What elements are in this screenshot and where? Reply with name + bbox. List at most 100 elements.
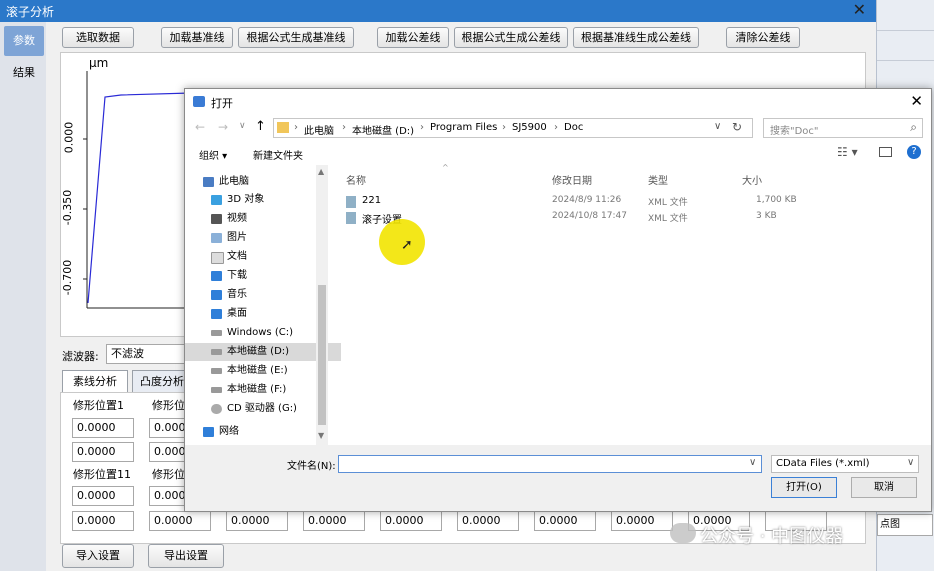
scroll-up-icon[interactable]: ▲ bbox=[318, 167, 324, 176]
tree-item-music[interactable]: 音乐 bbox=[211, 286, 247, 304]
organize-menu[interactable]: 组织 ▾ bbox=[199, 147, 227, 162]
plot-unit: μm bbox=[89, 56, 109, 70]
file-row[interactable]: 221 2024/8/9 11:26 XML 文件 1,700 KB bbox=[346, 194, 806, 210]
scroll-down-icon[interactable]: ▼ bbox=[318, 431, 324, 440]
folder-icon bbox=[277, 122, 289, 133]
desktop-icon bbox=[211, 309, 222, 319]
y-tick-1: -0.350 bbox=[61, 189, 75, 226]
scroll-thumb[interactable] bbox=[318, 285, 326, 425]
filter-select[interactable]: 不滤波 bbox=[106, 344, 186, 364]
background-button[interactable]: 点图 bbox=[877, 514, 933, 536]
xml-file-icon bbox=[346, 196, 356, 208]
generate-baseline-button[interactable]: 根据公式生成基准线 bbox=[238, 27, 354, 48]
input-field[interactable]: 0.0000 bbox=[72, 486, 134, 506]
column-name[interactable]: 名称 bbox=[346, 172, 366, 187]
video-icon bbox=[211, 214, 222, 224]
breadcrumb-doc[interactable]: Doc bbox=[564, 122, 583, 133]
address-dropdown-icon[interactable]: ∨ bbox=[714, 121, 721, 132]
export-settings-button[interactable]: 导出设置 bbox=[148, 544, 224, 568]
bottom-input[interactable]: 0.0000 bbox=[457, 511, 519, 531]
input-field[interactable]: 0.000 bbox=[149, 418, 186, 438]
position-label-2: 修形位 bbox=[152, 399, 185, 412]
view-options-icon[interactable]: ☷ ▾ bbox=[837, 145, 858, 159]
dialog-close-icon[interactable]: ✕ bbox=[910, 92, 923, 110]
breadcrumb-drive-d[interactable]: 本地磁盘 (D:) bbox=[352, 122, 414, 137]
tree-item-drive-f[interactable]: 本地磁盘 (F:) bbox=[211, 381, 286, 399]
bottom-input[interactable]: 0.0000 bbox=[534, 511, 596, 531]
bottom-input[interactable]: 0.0000 bbox=[72, 511, 134, 531]
address-bar[interactable]: › 此电脑 › 本地磁盘 (D:) › Program Files › SJ59… bbox=[273, 118, 753, 138]
bottom-input[interactable]: 0.0000 bbox=[149, 511, 211, 531]
file-type-dropdown-icon[interactable]: ∨ bbox=[907, 457, 914, 468]
input-field[interactable]: 0.000 bbox=[149, 442, 186, 462]
new-folder-button[interactable]: 新建文件夹 bbox=[253, 147, 303, 162]
preview-pane-icon[interactable] bbox=[879, 147, 892, 157]
tree-item-drive-c[interactable]: Windows (C:) bbox=[211, 324, 293, 342]
select-data-button[interactable]: 选取数据 bbox=[62, 27, 134, 48]
bottom-input[interactable]: 0.0000 bbox=[303, 511, 365, 531]
help-icon[interactable]: ? bbox=[907, 145, 921, 159]
tree-item-video[interactable]: 视频 bbox=[211, 210, 247, 228]
tree-item-3d[interactable]: 3D 对象 bbox=[211, 191, 264, 209]
search-box[interactable]: 搜索"Doc" ⌕ bbox=[763, 118, 923, 138]
column-type[interactable]: 类型 bbox=[648, 172, 668, 187]
profile-curve bbox=[87, 92, 192, 304]
forward-arrow-icon[interactable]: → bbox=[218, 120, 228, 134]
tree-item-pictures[interactable]: 图片 bbox=[211, 229, 247, 247]
tree-scrollbar[interactable]: ▲ ▼ bbox=[316, 165, 328, 445]
drive-icon bbox=[211, 349, 222, 355]
tree-item-this-pc[interactable]: 此电脑 bbox=[203, 173, 249, 191]
bottom-input[interactable]: 0.0000 bbox=[226, 511, 288, 531]
cancel-button[interactable]: 取消 bbox=[851, 477, 917, 498]
search-icon[interactable]: ⌕ bbox=[910, 120, 917, 135]
generate-tolerance-button[interactable]: 根据公式生成公差线 bbox=[454, 27, 568, 48]
tree-item-documents[interactable]: 文档 bbox=[211, 248, 247, 266]
download-icon bbox=[211, 271, 222, 281]
column-date[interactable]: 修改日期 bbox=[552, 172, 592, 187]
tolerance-from-baseline-button[interactable]: 根据基准线生成公差线 bbox=[573, 27, 699, 48]
file-type-select[interactable]: CData Files (*.xml) bbox=[771, 455, 919, 473]
breadcrumb-program-files[interactable]: Program Files bbox=[430, 122, 497, 133]
xml-file-icon bbox=[346, 212, 356, 224]
pictures-icon bbox=[211, 233, 222, 243]
tree-item-desktop[interactable]: 桌面 bbox=[211, 305, 247, 323]
drive-icon bbox=[211, 368, 222, 374]
up-arrow-icon[interactable]: ↑ bbox=[255, 119, 266, 134]
position-label-12: 修形位 bbox=[152, 468, 185, 481]
cd-drive-icon bbox=[211, 404, 222, 414]
open-button[interactable]: 打开(O) bbox=[771, 477, 837, 498]
file-list: ^ 名称 修改日期 类型 大小 221 2024/8/9 11:26 XML 文… bbox=[328, 163, 933, 445]
tab-line-analysis[interactable]: 素线分析 bbox=[62, 370, 128, 392]
load-baseline-button[interactable]: 加载基准线 bbox=[161, 27, 233, 48]
wechat-icon bbox=[670, 523, 696, 543]
back-arrow-icon[interactable]: ← bbox=[195, 120, 205, 134]
breadcrumb-this-pc[interactable]: 此电脑 bbox=[304, 122, 334, 137]
bottom-input[interactable]: 0.0000 bbox=[611, 511, 673, 531]
refresh-icon[interactable]: ↻ bbox=[732, 120, 742, 134]
clear-tolerance-button[interactable]: 清除公差线 bbox=[726, 27, 800, 48]
sort-arrow-icon: ^ bbox=[442, 163, 449, 172]
import-settings-button[interactable]: 导入设置 bbox=[62, 544, 134, 568]
nav-params[interactable]: 参数 bbox=[4, 26, 44, 56]
filename-dropdown-icon[interactable]: ∨ bbox=[749, 457, 756, 468]
input-field[interactable]: 0.000 bbox=[149, 486, 186, 506]
tree-item-network[interactable]: 网络 bbox=[203, 423, 239, 441]
column-size[interactable]: 大小 bbox=[742, 172, 762, 187]
watermark-text: 公众号 · 中图仪器 bbox=[700, 526, 844, 547]
tree-item-cd-drive[interactable]: CD 驱动器 (G:) bbox=[211, 400, 297, 418]
breadcrumb-sj5900[interactable]: SJ5900 bbox=[512, 122, 547, 133]
position-label-11: 修形位置11 bbox=[73, 468, 131, 481]
load-tolerance-button[interactable]: 加载公差线 bbox=[377, 27, 449, 48]
input-field[interactable]: 0.0000 bbox=[72, 418, 134, 438]
tree-item-drive-e[interactable]: 本地磁盘 (E:) bbox=[211, 362, 288, 380]
app-close-icon[interactable]: ✕ bbox=[853, 0, 866, 19]
navigation-tree: 此电脑 3D 对象 视频 图片 文档 下载 音乐 桌面 Windows (C:)… bbox=[185, 165, 341, 445]
tab-crown-analysis[interactable]: 凸度分析 bbox=[132, 370, 192, 392]
filename-input[interactable] bbox=[338, 455, 762, 473]
nav-results[interactable]: 结果 bbox=[4, 58, 44, 88]
mouse-cursor-icon: ➚ bbox=[401, 237, 413, 253]
input-field[interactable]: 0.0000 bbox=[72, 442, 134, 462]
recent-dropdown-icon[interactable]: ∨ bbox=[239, 121, 246, 131]
tree-item-downloads[interactable]: 下载 bbox=[211, 267, 247, 285]
bottom-input[interactable]: 0.0000 bbox=[380, 511, 442, 531]
